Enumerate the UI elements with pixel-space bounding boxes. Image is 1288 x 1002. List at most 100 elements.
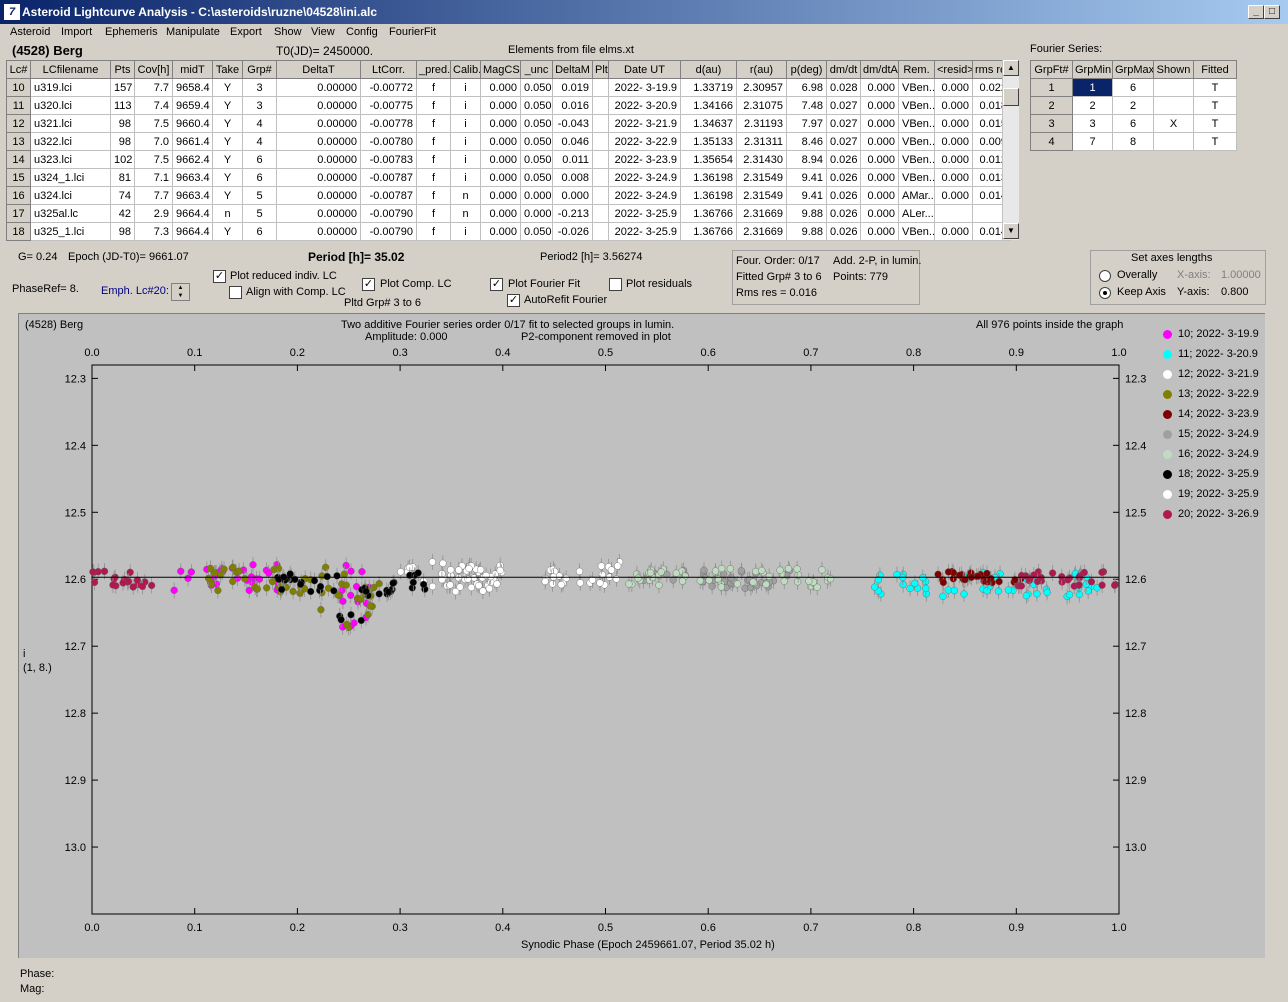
table-cell[interactable]: 9.41: [786, 186, 827, 205]
table-cell[interactable]: VBen...: [898, 150, 935, 169]
table-cell[interactable]: u319.lci: [30, 78, 111, 97]
table-cell[interactable]: 2.31430: [736, 150, 787, 169]
period-label[interactable]: Period [h]= 35.02: [308, 250, 404, 264]
table-cell[interactable]: 2.31193: [736, 114, 787, 133]
table-cell[interactable]: [592, 96, 609, 115]
table-cell[interactable]: i: [450, 78, 481, 97]
column-header[interactable]: DeltaM: [552, 60, 593, 79]
table-cell[interactable]: n: [450, 186, 481, 205]
table-cell[interactable]: f: [416, 96, 451, 115]
column-header[interactable]: Rem.: [898, 60, 935, 79]
table-cell[interactable]: 0.000: [934, 78, 973, 97]
fourier-cell[interactable]: 6: [1112, 78, 1154, 97]
plot-reduced-checkbox[interactable]: ✓: [213, 270, 226, 283]
maximize-icon[interactable]: □: [1264, 5, 1280, 19]
table-cell[interactable]: 0.000: [860, 222, 899, 241]
yaxis-value[interactable]: 0.800: [1221, 286, 1249, 298]
table-cell[interactable]: 7.7: [134, 78, 173, 97]
table-cell[interactable]: -0.00778: [360, 114, 417, 133]
fourier-row-header[interactable]: 4: [1030, 132, 1073, 151]
table-cell[interactable]: u324_1.lci: [30, 168, 111, 187]
emph-spinner[interactable]: ▲ ▼: [171, 283, 190, 301]
table-cell[interactable]: n: [450, 204, 481, 223]
menu-config[interactable]: Config: [346, 26, 378, 38]
table-cell[interactable]: 0.027: [826, 132, 861, 151]
table-row[interactable]: 13 u322.lci 98 7.0 9661.4 Y 4 0.00000 -0.00780 f i…: [6, 132, 1011, 151]
table-cell[interactable]: VBen...: [898, 222, 935, 241]
fourier-cell[interactable]: 7: [1072, 132, 1113, 151]
fourier-row-header[interactable]: 1: [1030, 78, 1073, 97]
table-cell[interactable]: 1.36766: [680, 222, 737, 241]
table-cell[interactable]: Y: [212, 222, 243, 241]
table-cell[interactable]: 3: [242, 96, 277, 115]
table-cell[interactable]: 0.000: [860, 132, 899, 151]
table-cell[interactable]: 9658.4: [172, 78, 213, 97]
table-cell[interactable]: 0.00000: [276, 186, 361, 205]
column-header[interactable]: midT: [172, 60, 213, 79]
table-cell[interactable]: 7.97: [786, 114, 827, 133]
table-cell[interactable]: 1.33719: [680, 78, 737, 97]
column-header[interactable]: LtCorr.: [360, 60, 417, 79]
table-cell[interactable]: 0.000: [934, 132, 973, 151]
table-cell[interactable]: 7.7: [134, 186, 173, 205]
table-cell[interactable]: 2022- 3-24.9: [608, 168, 681, 187]
table-cell[interactable]: 2022- 3-19.9: [608, 78, 681, 97]
row-header[interactable]: 14: [6, 150, 31, 169]
column-header[interactable]: Lc#: [6, 60, 31, 79]
table-cell[interactable]: 102: [110, 150, 135, 169]
table-row[interactable]: 16 u324.lci 74 7.7 9663.4 Y 5 0.00000 -0.00787 f n…: [6, 186, 1011, 205]
table-cell[interactable]: 8.94: [786, 150, 827, 169]
table-cell[interactable]: 5: [242, 186, 277, 205]
table-cell[interactable]: 0.00000: [276, 150, 361, 169]
column-header[interactable]: Take: [212, 60, 243, 79]
table-cell[interactable]: [592, 132, 609, 151]
table-cell[interactable]: 0.000: [934, 186, 973, 205]
row-header[interactable]: 13: [6, 132, 31, 151]
column-header[interactable]: DeltaT: [276, 60, 361, 79]
table-cell[interactable]: 0.028: [826, 78, 861, 97]
table-cell[interactable]: -0.00783: [360, 150, 417, 169]
table-cell[interactable]: 0.000: [934, 222, 973, 241]
table-cell[interactable]: -0.00780: [360, 132, 417, 151]
table-cell[interactable]: 1.36766: [680, 204, 737, 223]
row-header[interactable]: 12: [6, 114, 31, 133]
fourier-cell[interactable]: T: [1193, 132, 1237, 151]
table-cell[interactable]: 0.000: [860, 168, 899, 187]
table-cell[interactable]: 0.000: [480, 204, 521, 223]
table-cell[interactable]: u325_1.lci: [30, 222, 111, 241]
column-header[interactable]: _pred.: [416, 60, 451, 79]
column-header[interactable]: dm/dt: [826, 60, 861, 79]
table-cell[interactable]: -0.213: [552, 204, 593, 223]
column-header[interactable]: d(au): [680, 60, 737, 79]
table-cell[interactable]: 0.000: [480, 96, 521, 115]
column-header[interactable]: <resid>: [934, 60, 973, 79]
fourier-cell[interactable]: [1153, 132, 1194, 151]
table-cell[interactable]: 9662.4: [172, 150, 213, 169]
menu-manipulate[interactable]: Manipulate: [166, 26, 220, 38]
table-cell[interactable]: 7.5: [134, 114, 173, 133]
table-cell[interactable]: 2.31669: [736, 222, 787, 241]
table-row[interactable]: 11 u320.lci 113 7.4 9659.4 Y 3 0.00000 -0.00775 f…: [6, 96, 1011, 115]
fourier-cell[interactable]: [1153, 78, 1194, 97]
table-cell[interactable]: 6.98: [786, 78, 827, 97]
table-cell[interactable]: 2022- 3-22.9: [608, 132, 681, 151]
fourier-row-header[interactable]: 3: [1030, 114, 1073, 133]
column-header[interactable]: Calib.: [450, 60, 481, 79]
table-cell[interactable]: 0.000: [480, 114, 521, 133]
column-header[interactable]: Cov[h]: [134, 60, 173, 79]
table-cell[interactable]: 2022- 3-24.9: [608, 186, 681, 205]
table-cell[interactable]: 0.000: [520, 204, 553, 223]
table-cell[interactable]: 7.1: [134, 168, 173, 187]
table-cell[interactable]: 9661.4: [172, 132, 213, 151]
autorefit-checkbox[interactable]: ✓: [507, 294, 520, 307]
table-cell[interactable]: 2022- 3-25.9: [608, 204, 681, 223]
table-cell[interactable]: [592, 168, 609, 187]
table-cell[interactable]: 157: [110, 78, 135, 97]
table-cell[interactable]: 9664.4: [172, 222, 213, 241]
table-cell[interactable]: 0.000: [480, 78, 521, 97]
column-header[interactable]: _unc: [520, 60, 553, 79]
table-cell[interactable]: [592, 204, 609, 223]
table-cell[interactable]: VBen...: [898, 96, 935, 115]
column-header[interactable]: Pts: [110, 60, 135, 79]
fourier-row[interactable]: 336XT: [1030, 114, 1237, 133]
